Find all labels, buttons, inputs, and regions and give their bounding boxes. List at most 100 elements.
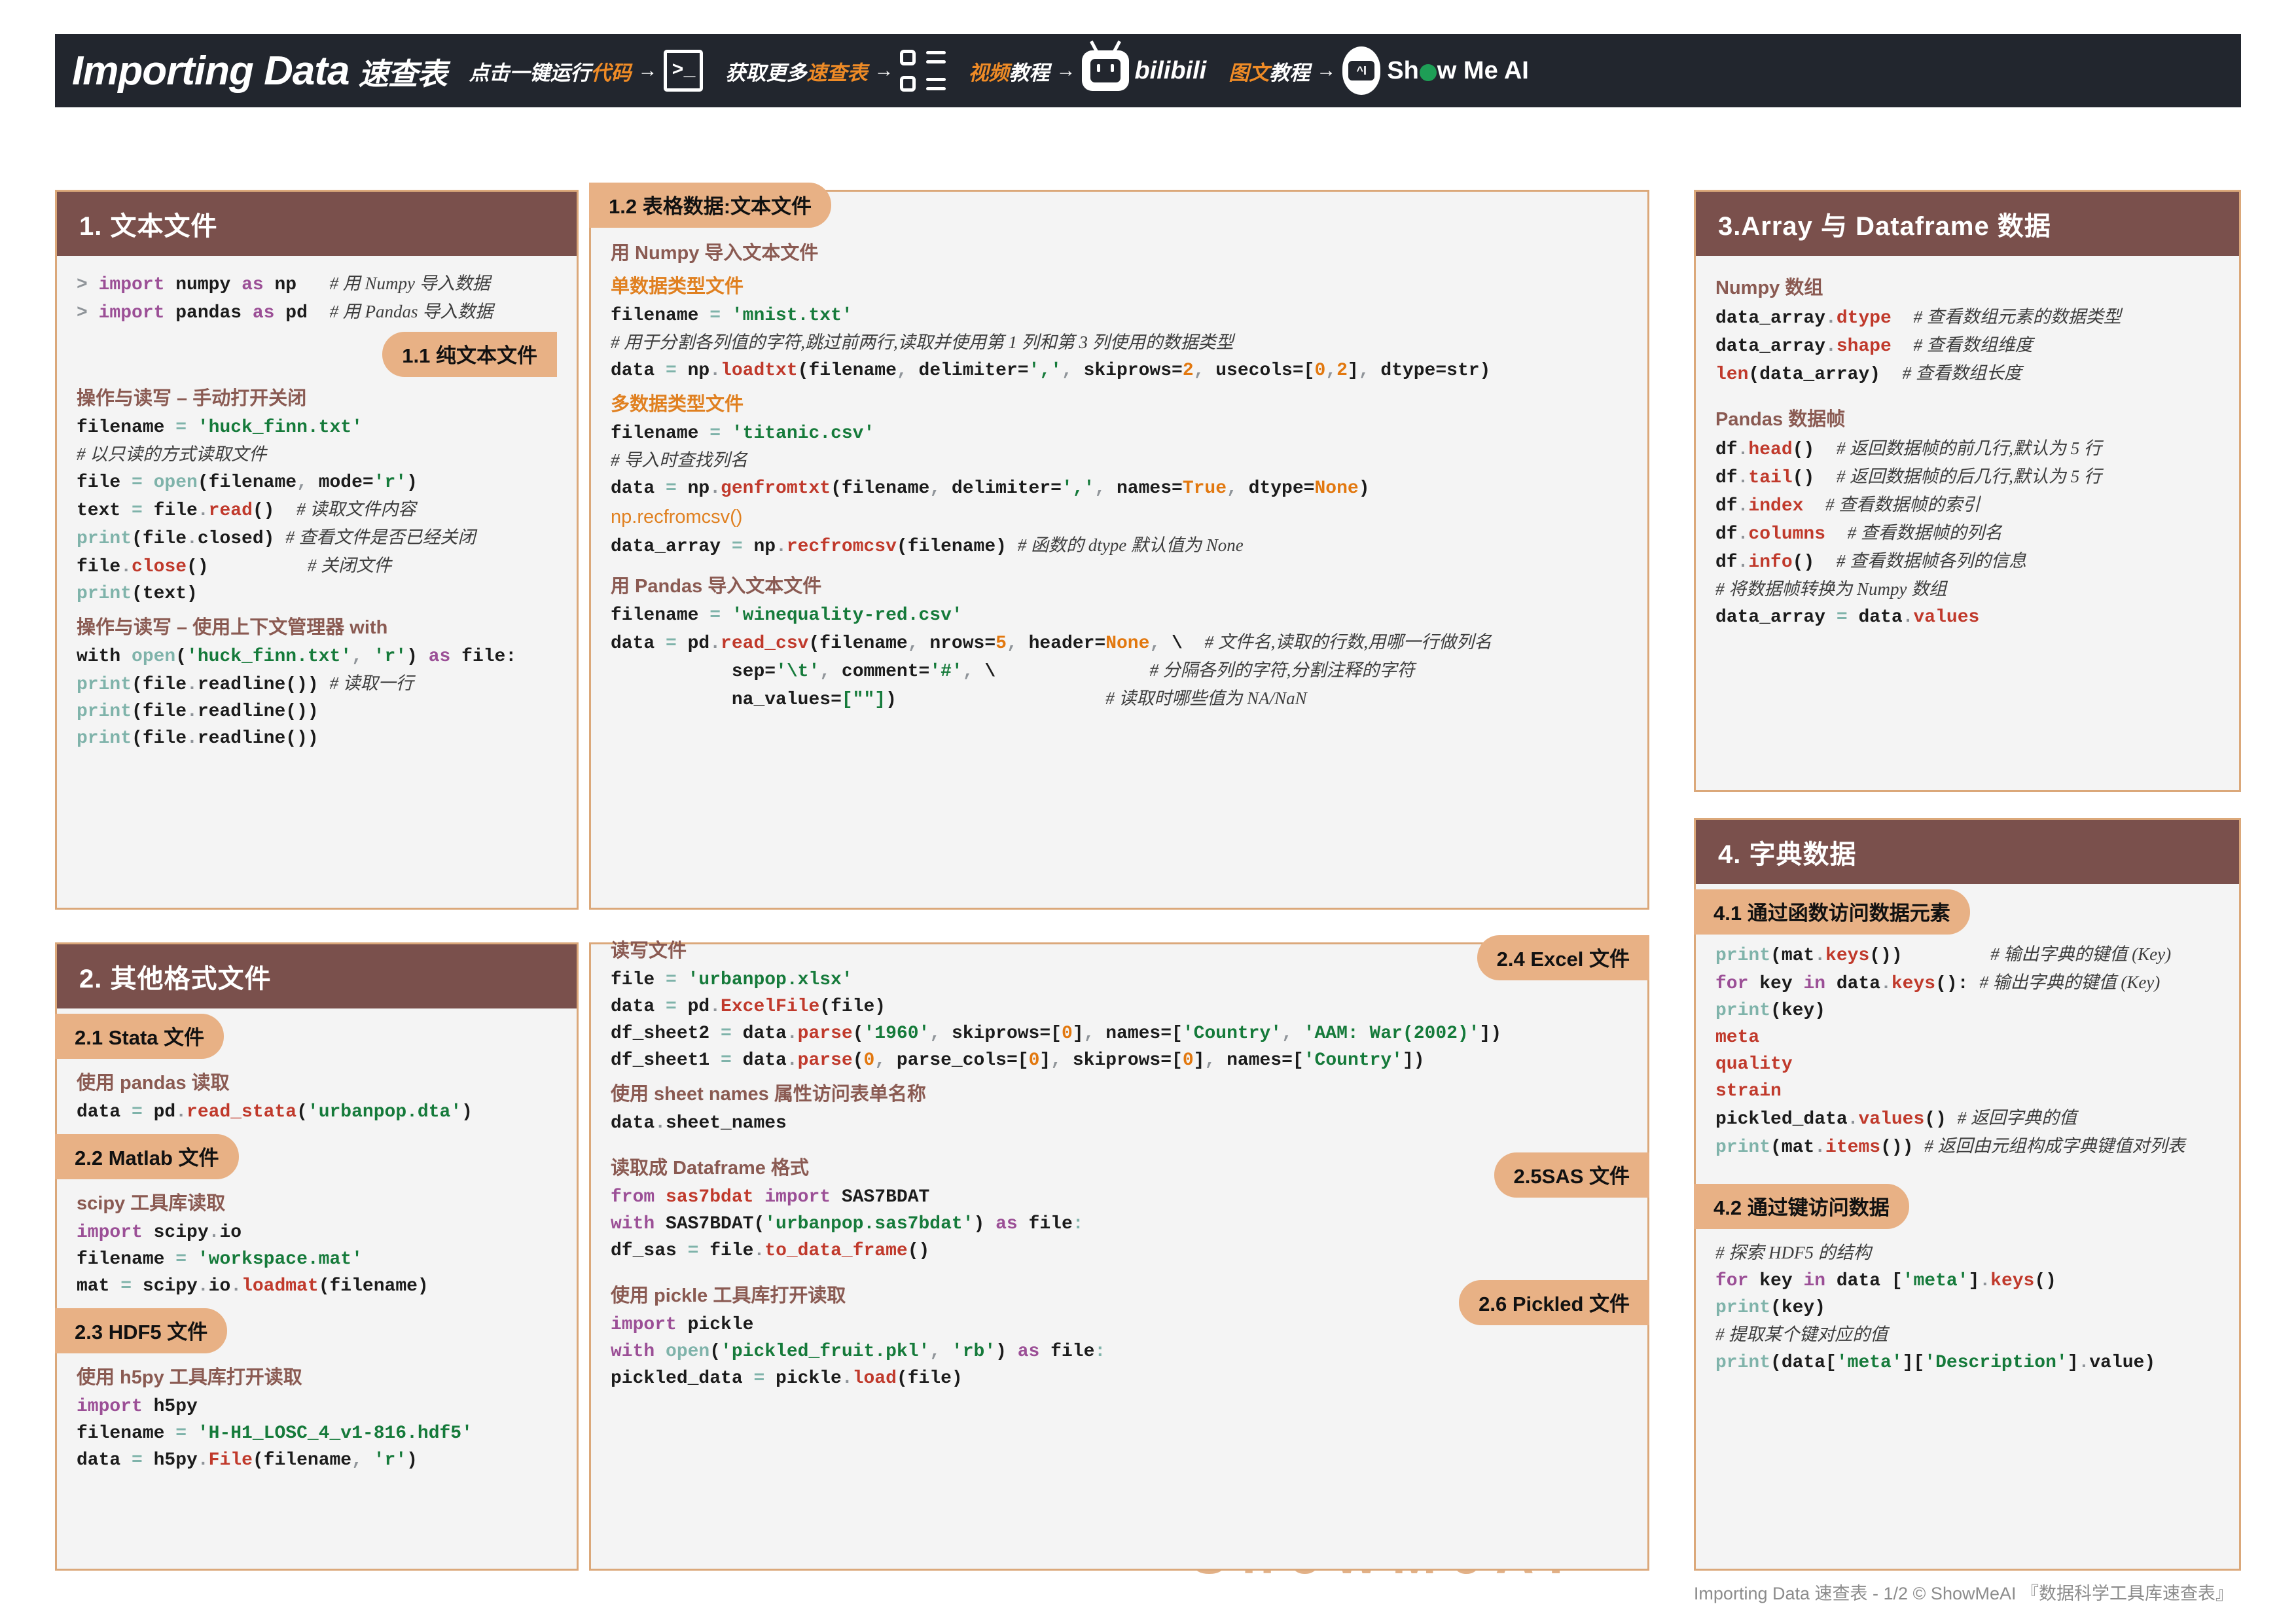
code-import-scipy-io: import scipy.io <box>77 1224 557 1242</box>
video-tutorial-cta[interactable]: 视频教程 → bilibili <box>968 50 1206 91</box>
code-sheet-names: data.sheet_names <box>611 1115 1628 1133</box>
output-key-quality: quality <box>1715 1056 2219 1074</box>
code-data-values: data_array = data.values <box>1715 609 2219 627</box>
code-df-info: df.info() # 查看数据帧各列的信息 <box>1715 552 2219 572</box>
label-pandas-import: 用 Pandas 导入文本文件 <box>611 571 1628 598</box>
page-title-en: Importing Data <box>72 48 349 94</box>
code-filename-winequality: filename = 'winequality-red.csv' <box>611 607 1628 625</box>
code-loadmat: mat = scipy.io.loadmat(filename) <box>77 1277 557 1296</box>
code-np-recfromcsv: data_array = np.recfromcsv(filename) # 函… <box>611 537 1628 556</box>
code-read-stata: data = pd.read_stata('urbanpop.dta') <box>77 1103 557 1122</box>
section-4-card: 4. 字典数据 4.1 通过函数访问数据元素 print(mat.keys())… <box>1694 818 2241 1571</box>
code-df-tail: df.tail() # 返回数据帧的后几行,默认为 5 行 <box>1715 468 2219 488</box>
arrow-right-icon: → <box>1316 60 1336 82</box>
arrow-right-icon: → <box>637 60 657 82</box>
subsection-1-2-pill: 1.2 表格数据:文本文件 <box>589 183 831 228</box>
code-print-text: print(text) <box>77 585 557 603</box>
output-key-strain: strain <box>1715 1082 2219 1101</box>
code-parse-sheet1: df_sheet1 = data.parse(0, parse_cols=[0]… <box>611 1052 1628 1070</box>
article-tutorial-label: 图文教程 <box>1229 56 1310 86</box>
code-readline-2: print(file.readline()) <box>77 703 557 721</box>
label-excel-rw: 读写文件 <box>611 935 1628 963</box>
code-pd-read-csv-line3: na_values=[""]) # 读取时哪些值为 NA/NaN <box>611 690 1628 709</box>
run-code-label: 点击一键运行代码 <box>469 56 631 86</box>
section-3-card: 3.Array 与 Dataframe 数据 Numpy 数组 data_arr… <box>1694 190 2241 792</box>
label-sheet-names: 使用 sheet names 属性访问表单名称 <box>611 1079 1628 1106</box>
comment-df-to-numpy: # 将数据帧转换为 Numpy 数组 <box>1715 580 2219 600</box>
label-numpy-array: Numpy 数组 <box>1715 272 2219 300</box>
code-readline-3: print(file.readline()) <box>77 730 557 748</box>
page-footer: Importing Data 速查表 - 1/2 © ShowMeAI 『数据科… <box>1694 1579 2233 1605</box>
code-print-key-1: print(key) <box>1715 1002 2219 1020</box>
more-cheatsheets-label: 获取更多速查表 <box>725 56 867 86</box>
label-multi-dtype: 多数据类型文件 <box>611 389 1628 416</box>
bilibili-wordmark: bilibili <box>1134 57 1206 85</box>
page-title-cn: 速查表 <box>358 57 446 91</box>
section-1-card: 1. 文本文件 > import numpy as np # 用 Numpy 导… <box>55 190 579 910</box>
subsection-2-2-pill: 2.2 Matlab 文件 <box>55 1134 239 1179</box>
code-filename-mnist: filename = 'mnist.txt' <box>611 307 1628 325</box>
terminal-icon[interactable]: >_ <box>664 50 703 92</box>
subsection-2-6-pill: 2.6 Pickled 文件 <box>1459 1280 1649 1325</box>
comment-loadtxt: # 用于分割各列值的字符,跳过前两行,读取并使用第 1 列和第 3 列使用的数据… <box>611 334 1628 353</box>
code-df-columns: df.columns # 查看数据帧的列名 <box>1715 524 2219 544</box>
subsection-2-5-pill: 2.5SAS 文件 <box>1494 1152 1649 1198</box>
subsection-2-4-pill: 2.4 Excel 文件 <box>1477 935 1649 980</box>
code-excelfile: data = pd.ExcelFile(file) <box>611 998 1628 1016</box>
label-numpy-import: 用 Numpy 导入文本文件 <box>611 238 1628 265</box>
code-parse-sheet2: df_sheet2 = data.parse('1960', skiprows=… <box>611 1025 1628 1043</box>
subsection-4-2-pill: 4.2 通过键访问数据 <box>1694 1184 1909 1229</box>
showmeai-robot-icon[interactable]: ^I <box>1342 46 1380 95</box>
code-for-key-data-keys: for key in data.keys(): # 输出字典的键值 (Key) <box>1715 974 2219 993</box>
bilibili-tv-icon[interactable] <box>1082 50 1129 91</box>
code-print-mat-items: print(mat.items()) # 返回由元组构成字典键值对列表 <box>1715 1137 2219 1157</box>
code-array-len: len(data_array) # 查看数组长度 <box>1715 365 2219 384</box>
video-tutorial-label: 视频教程 <box>968 56 1049 86</box>
comment-extract-value: # 提取某个键对应的值 <box>1715 1326 2219 1346</box>
code-df-index: df.index # 查看数据帧的索引 <box>1715 496 2219 516</box>
code-print-closed: print(file.closed) # 查看文件是否已经关闭 <box>77 529 557 548</box>
code-print-description-value: print(data['meta']['Description'].value) <box>1715 1354 2219 1372</box>
label-manual-open-close: 操作与读写 – 手动打开关闭 <box>77 383 557 410</box>
label-h5py-read: 使用 h5py 工具库打开读取 <box>77 1362 557 1389</box>
code-import-h5py: import h5py <box>77 1398 557 1416</box>
code-file-close: file.close() # 关闭文件 <box>77 557 557 577</box>
article-tutorial-cta[interactable]: 图文教程 → ^I Shw Me AI <box>1229 46 1529 95</box>
arrow-right-icon: → <box>874 60 893 82</box>
code-pickle-load: pickled_data = pickle.load(file) <box>611 1370 1628 1388</box>
code-readline-1: print(file.readline()) # 读取一行 <box>77 675 557 694</box>
code-pd-read-csv-line1: data = pd.read_csv(filename, nrows=5, he… <box>611 633 1628 653</box>
code-pd-read-csv-line2: sep='\t', comment='#', \ # 分隔各列的字符,分割注释的… <box>611 662 1628 681</box>
code-np-loadtxt: data = np.loadtxt(filename, delimiter=',… <box>611 362 1628 380</box>
label-scipy-read: scipy 工具库读取 <box>77 1188 557 1215</box>
label-recfromcsv: np.recfromcsv() <box>611 507 1628 528</box>
cheatsheet-grid-icon[interactable] <box>900 50 946 92</box>
code-filename-workspace: filename = 'workspace.mat' <box>77 1251 557 1269</box>
label-sas-dataframe: 读取成 Dataframe 格式 <box>611 1152 1628 1180</box>
section-1-heading: 1. 文本文件 <box>57 192 577 256</box>
code-from-sas7bdat: from sas7bdat import SAS7BDAT <box>611 1188 1628 1207</box>
page-header: Importing Data 速查表 点击一键运行代码 → >_ 获取更多速查表 … <box>55 34 2241 107</box>
code-file-urbanpop-xlsx: file = 'urbanpop.xlsx' <box>611 971 1628 990</box>
code-import-pandas: > import pandas as pd # 用 Pandas 导入数据 <box>77 303 557 323</box>
page-title: Importing Data 速查表 <box>72 48 446 94</box>
comment-readonly: # 以只读的方式读取文件 <box>77 446 557 465</box>
section-3-heading: 3.Array 与 Dataframe 数据 <box>1696 192 2239 256</box>
showmeai-wordmark: Shw Me AI <box>1387 57 1529 85</box>
comment-genfromtxt: # 导入时查找列名 <box>611 452 1628 471</box>
run-code-cta[interactable]: 点击一键运行代码 → >_ <box>469 50 703 92</box>
code-array-shape: data_array.shape # 查看数组维度 <box>1715 336 2219 356</box>
section-4-heading: 4. 字典数据 <box>1696 820 2239 884</box>
showmeai-dot-icon <box>1420 64 1437 81</box>
code-for-key-meta-keys: for key in data ['meta'].keys() <box>1715 1272 2219 1291</box>
label-single-dtype: 单数据类型文件 <box>611 271 1628 298</box>
subsection-2-3-pill: 2.3 HDF5 文件 <box>55 1308 227 1353</box>
code-to-data-frame: df_sas = file.to_data_frame() <box>611 1242 1628 1260</box>
arrow-right-icon: → <box>1056 60 1075 82</box>
code-file-open: file = open(filename, mode='r') <box>77 474 557 492</box>
code-with-open-pickle: with open('pickled_fruit.pkl', 'rb') as … <box>611 1343 1628 1361</box>
code-print-mat-keys: print(mat.keys()) # 输出字典的键值 (Key) <box>1715 946 2219 965</box>
section-2-card: 2. 其他格式文件 2.1 Stata 文件 使用 pandas 读取 data… <box>55 942 579 1571</box>
code-with-open: with open('huck_finn.txt', 'r') as file: <box>77 648 557 666</box>
more-cheatsheets-cta[interactable]: 获取更多速查表 → <box>725 50 946 92</box>
